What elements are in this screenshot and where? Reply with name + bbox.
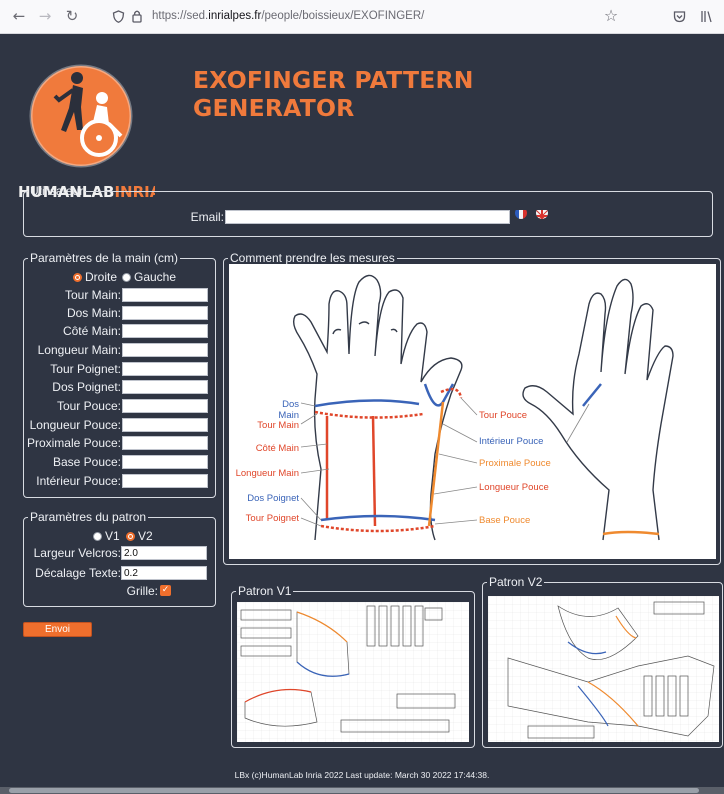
flag-uk-icon[interactable] [536,207,548,219]
field-label: Intérieur Pouce: [36,474,121,488]
shield-icon[interactable] [112,10,125,23]
field-label: Base Pouce: [52,455,121,469]
send-button[interactable]: Envoi [23,622,92,637]
browser-toolbar: ← → ↻ https://sed.inrialpes.fr/people/bo… [0,0,724,34]
velcro-width-input[interactable] [121,546,207,560]
radio-v1[interactable] [93,532,102,541]
horizontal-scrollbar[interactable] [0,787,724,794]
grid-checkbox[interactable]: ✓ [160,585,171,596]
email-field[interactable] [225,210,510,224]
text-offset-input[interactable] [121,566,207,580]
url-bar[interactable]: https://sed.inrialpes.fr/people/boissieu… [152,5,622,28]
email-label: Email: [190,210,224,224]
humanlab-inria-logo: HUMANLABINRIA [18,64,155,201]
label-interieur-pouce: Intérieur Pouce [479,436,544,447]
label-longueur-pouce: Longueur Pouce [479,482,549,493]
field-label: Tour Pouce: [56,399,121,413]
radio-gauche-label: Gauche [134,270,177,284]
label-tour-main: Tour Main [257,420,299,431]
page-content: HUMANLABINRIA EXOFINGER PATTERN GENERATO… [0,34,724,794]
patron-v2-legend: Patron V2 [489,575,543,589]
back-arrow-icon[interactable]: ← [10,8,28,24]
label-longueur-main: Longueur Main [235,468,299,479]
label-dos-poignet: Dos Poignet [247,493,299,504]
forward-arrow-icon[interactable]: → [36,8,54,24]
tour-poignet-input[interactable] [122,362,208,376]
label-proximale-pouce: Proximale Pouce [479,458,551,469]
library-icon[interactable] [700,10,713,23]
field-label: Dos Main: [66,306,121,320]
cote-main-input[interactable] [122,324,208,338]
tour-pouce-input[interactable] [122,399,208,413]
radio-v2-label: V2 [138,529,153,543]
longueur-main-input[interactable] [122,343,208,357]
footer-text: LBx (c)HumanLab Inria 2022 Last update: … [234,770,490,780]
longueur-pouce-input[interactable] [122,418,208,432]
reload-icon[interactable]: ↻ [63,8,81,24]
pocket-icon[interactable] [673,10,686,23]
base-pouce-input[interactable] [122,455,208,469]
grid-label: Grille: [126,584,158,598]
patron-v2-drawing [488,596,719,742]
lock-icon[interactable] [131,9,143,23]
label-tour-pouce: Tour Pouce [479,410,528,421]
radio-droite[interactable] [73,273,82,282]
dos-poignet-input[interactable] [122,380,208,394]
field-label: Côté Main: [62,324,121,338]
hand-params-legend: Paramètres de la main (cm) [30,251,179,265]
label-dos-main: Dos Main [278,399,299,421]
field-label: Dos Poignet: [52,380,121,394]
label-cote-main: Côté Main [255,443,299,454]
field-label: Longueur Main: [37,343,121,357]
measures-legend: Comment prendre les mesures [230,251,395,265]
bookmark-star-icon[interactable]: ☆ [602,8,620,24]
dos-main-input[interactable] [122,306,208,320]
url-path: /people/boissieux/EXOFINGER/ [261,10,425,22]
url-prefix: https://sed. [152,10,209,22]
user-legend: Utilisateur [30,184,84,198]
field-label: Tour Poignet: [50,362,121,376]
patron-v1-drawing [237,602,469,742]
radio-v2[interactable] [126,532,135,541]
interieur-pouce-input[interactable] [122,474,208,488]
field-label: Proximale Pouce: [26,436,121,450]
label-tour-poignet: Tour Poignet [245,513,299,524]
label-base-pouce: Base Pouce [479,515,531,526]
url-domain: inrialpes.fr [208,10,262,22]
radio-v1-label: V1 [105,529,120,543]
page-title: EXOFINGER PATTERN GENERATOR [193,66,474,122]
velcro-label: Largeur Velcros: [33,546,121,560]
tour-main-input[interactable] [122,288,208,302]
field-label: Longueur Pouce: [29,418,121,432]
pattern-params-legend: Paramètres du patron [30,510,147,524]
field-label: Tour Main: [64,288,121,302]
offset-label: Décalage Texte: [35,566,121,580]
patron-v2-preview[interactable] [488,596,719,742]
proximale-pouce-input[interactable] [122,436,208,450]
radio-droite-label: Droite [85,270,118,284]
radio-gauche[interactable] [122,273,131,282]
patron-v1-legend: Patron V1 [238,584,292,598]
flag-fr-icon[interactable] [515,207,527,219]
measures-illustration: Dos Main Tour Main Côté Main Longueur Ma… [229,264,716,559]
scrollbar-thumb[interactable] [9,788,699,793]
patron-v1-preview[interactable] [237,602,469,742]
hands-drawing [292,274,674,541]
